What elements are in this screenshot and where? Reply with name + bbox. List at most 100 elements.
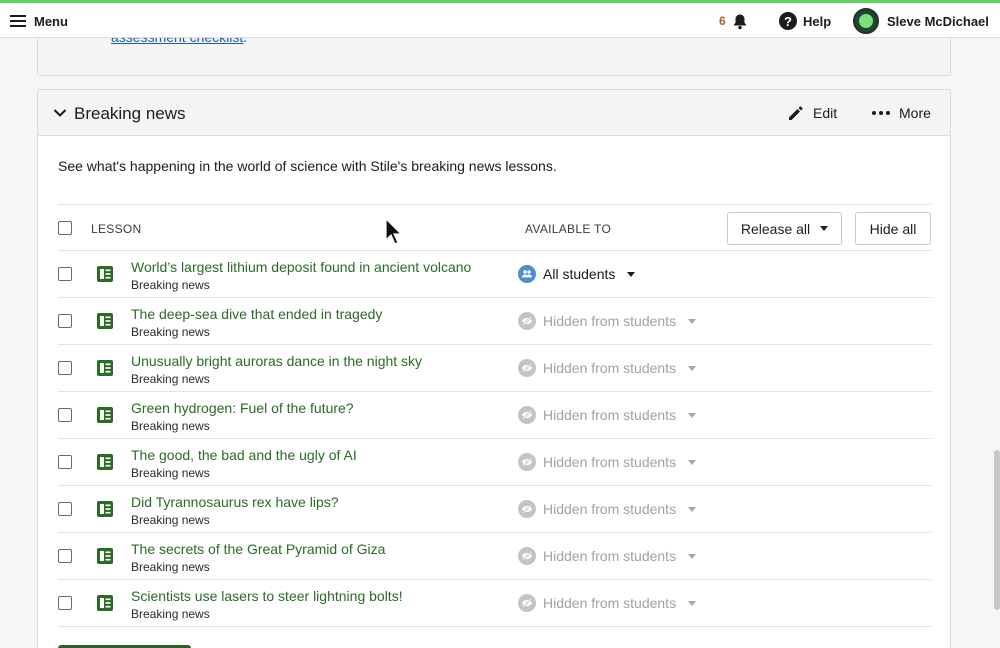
availability-label: Hidden from students: [543, 595, 677, 611]
row-checkbox[interactable]: [58, 549, 72, 563]
top-bar: Menu 6 ? Help Sleve McDichael: [0, 0, 1000, 38]
help-button[interactable]: ? Help: [779, 11, 831, 31]
user-name: Sleve McDichael: [887, 13, 989, 29]
eye-off-icon: [518, 594, 536, 612]
availability-dropdown[interactable]: Hidden from students: [518, 500, 697, 518]
row-checkbox[interactable]: [58, 596, 72, 610]
row-checkbox[interactable]: [58, 455, 72, 469]
lesson-title-link[interactable]: Scientists use lasers to steer lightning…: [131, 588, 403, 604]
select-all-checkbox[interactable]: [58, 221, 72, 235]
question-icon: ?: [779, 12, 797, 30]
lesson-subtitle: Breaking news: [131, 513, 210, 527]
caret-down-icon: [688, 365, 697, 371]
lesson-title-link[interactable]: World’s largest lithium deposit found in…: [131, 259, 471, 275]
availability-label: Hidden from students: [543, 360, 677, 376]
row-checkbox[interactable]: [58, 267, 72, 281]
lesson-column-header: LESSON: [91, 222, 142, 236]
lessons-table: LESSON AVAILABLE TO Release all Hide all…: [58, 204, 931, 627]
lesson-subtitle: Breaking news: [131, 419, 210, 433]
availability-dropdown[interactable]: Hidden from students: [518, 359, 697, 377]
availability-label: Hidden from students: [543, 313, 677, 329]
lesson-subtitle: Breaking news: [131, 466, 210, 480]
availability-label: Hidden from students: [543, 501, 677, 517]
eye-off-icon: [518, 547, 536, 565]
caret-down-icon: [627, 271, 636, 277]
eye-off-icon: [518, 312, 536, 330]
lesson-book-icon: [96, 453, 114, 471]
row-checkbox[interactable]: [58, 502, 72, 516]
release-all-button[interactable]: Release all: [727, 212, 842, 245]
edit-label: Edit: [813, 105, 838, 121]
caret-down-icon: [688, 459, 697, 465]
table-row: Did Tyrannosaurus rex have lips? Breaking…: [58, 486, 931, 533]
availability-dropdown[interactable]: Hidden from students: [518, 453, 697, 471]
more-button[interactable]: More: [872, 103, 931, 123]
lesson-title-link[interactable]: The secrets of the Great Pyramid of Giza: [131, 541, 385, 557]
lesson-book-icon: [96, 406, 114, 424]
menu-button[interactable]: Menu: [10, 11, 68, 31]
lesson-title-link[interactable]: The deep-sea dive that ended in tragedy: [131, 306, 382, 322]
table-header: LESSON AVAILABLE TO Release all Hide all: [58, 204, 931, 251]
table-row: Scientists use lasers to steer lightning…: [58, 580, 931, 627]
lesson-title-link[interactable]: The good, the bad and the ugly of AI: [131, 447, 357, 463]
section-title: Breaking news: [74, 104, 186, 123]
lesson-title-link[interactable]: Unusually bright auroras dance in the ni…: [131, 353, 422, 369]
hamburger-icon: [10, 15, 26, 27]
lesson-book-icon: [96, 359, 114, 377]
lesson-subtitle: Breaking news: [131, 560, 210, 574]
more-label: More: [899, 105, 931, 121]
row-checkbox[interactable]: [58, 314, 72, 328]
caret-down-icon: [688, 318, 697, 324]
availability-label: All students: [543, 266, 616, 282]
menu-label: Menu: [34, 13, 68, 29]
eye-off-icon: [518, 453, 536, 471]
caret-down-icon: [688, 506, 697, 512]
hide-all-button[interactable]: Hide all: [855, 212, 931, 245]
help-label: Help: [803, 13, 832, 29]
caret-down-icon: [688, 412, 697, 418]
bell-icon: [733, 14, 746, 29]
caret-down-icon: [820, 226, 829, 231]
chevron-down-icon[interactable]: [52, 105, 68, 121]
lesson-book-icon: [96, 500, 114, 518]
availability-dropdown[interactable]: Hidden from students: [518, 312, 697, 330]
edit-button[interactable]: Edit: [787, 103, 837, 123]
breaking-news-section: Breaking news Edit More See what's happe…: [37, 89, 951, 648]
notifications-button[interactable]: 6: [719, 11, 748, 31]
availability-dropdown[interactable]: Hidden from students: [518, 547, 697, 565]
user-menu[interactable]: Sleve McDichael: [853, 8, 989, 34]
mouse-cursor-icon: [385, 218, 403, 245]
availability-label: Hidden from students: [543, 548, 677, 564]
eye-off-icon: [518, 359, 536, 377]
lesson-book-icon: [96, 312, 114, 330]
row-checkbox[interactable]: [58, 408, 72, 422]
release-all-label: Release all: [740, 220, 811, 237]
table-row: World’s largest lithium deposit found in…: [58, 251, 931, 298]
caret-down-icon: [688, 600, 697, 606]
lesson-title-link[interactable]: Green hydrogen: Fuel of the future?: [131, 400, 354, 416]
section-description: See what's happening in the world of sci…: [58, 158, 557, 174]
table-row: The good, the bad and the ugly of AI Brea…: [58, 439, 931, 486]
row-checkbox[interactable]: [58, 361, 72, 375]
lesson-subtitle: Breaking news: [131, 278, 210, 292]
lesson-subtitle: Breaking news: [131, 325, 210, 339]
caret-down-icon: [688, 553, 697, 559]
table-row: Green hydrogen: Fuel of the future? Break…: [58, 392, 931, 439]
hide-all-label: Hide all: [869, 220, 917, 237]
availability-label: Hidden from students: [543, 407, 677, 423]
lesson-book-icon: [96, 265, 114, 283]
lesson-book-icon: [96, 594, 114, 612]
availability-dropdown[interactable]: Hidden from students: [518, 406, 697, 424]
available-column-header: AVAILABLE TO: [525, 222, 612, 236]
avatar: [853, 8, 879, 34]
group-icon: [518, 265, 536, 283]
scrollbar[interactable]: [994, 450, 1000, 610]
availability-dropdown[interactable]: All students: [518, 265, 636, 283]
lesson-rows: World’s largest lithium deposit found in…: [58, 251, 931, 627]
lesson-book-icon: [96, 547, 114, 565]
lesson-title-link[interactable]: Did Tyrannosaurus rex have lips?: [131, 494, 339, 510]
section-header: Breaking news Edit More: [38, 90, 950, 136]
availability-dropdown[interactable]: Hidden from students: [518, 594, 697, 612]
table-row: The deep-sea dive that ended in tragedy B…: [58, 298, 931, 345]
availability-label: Hidden from students: [543, 454, 677, 470]
